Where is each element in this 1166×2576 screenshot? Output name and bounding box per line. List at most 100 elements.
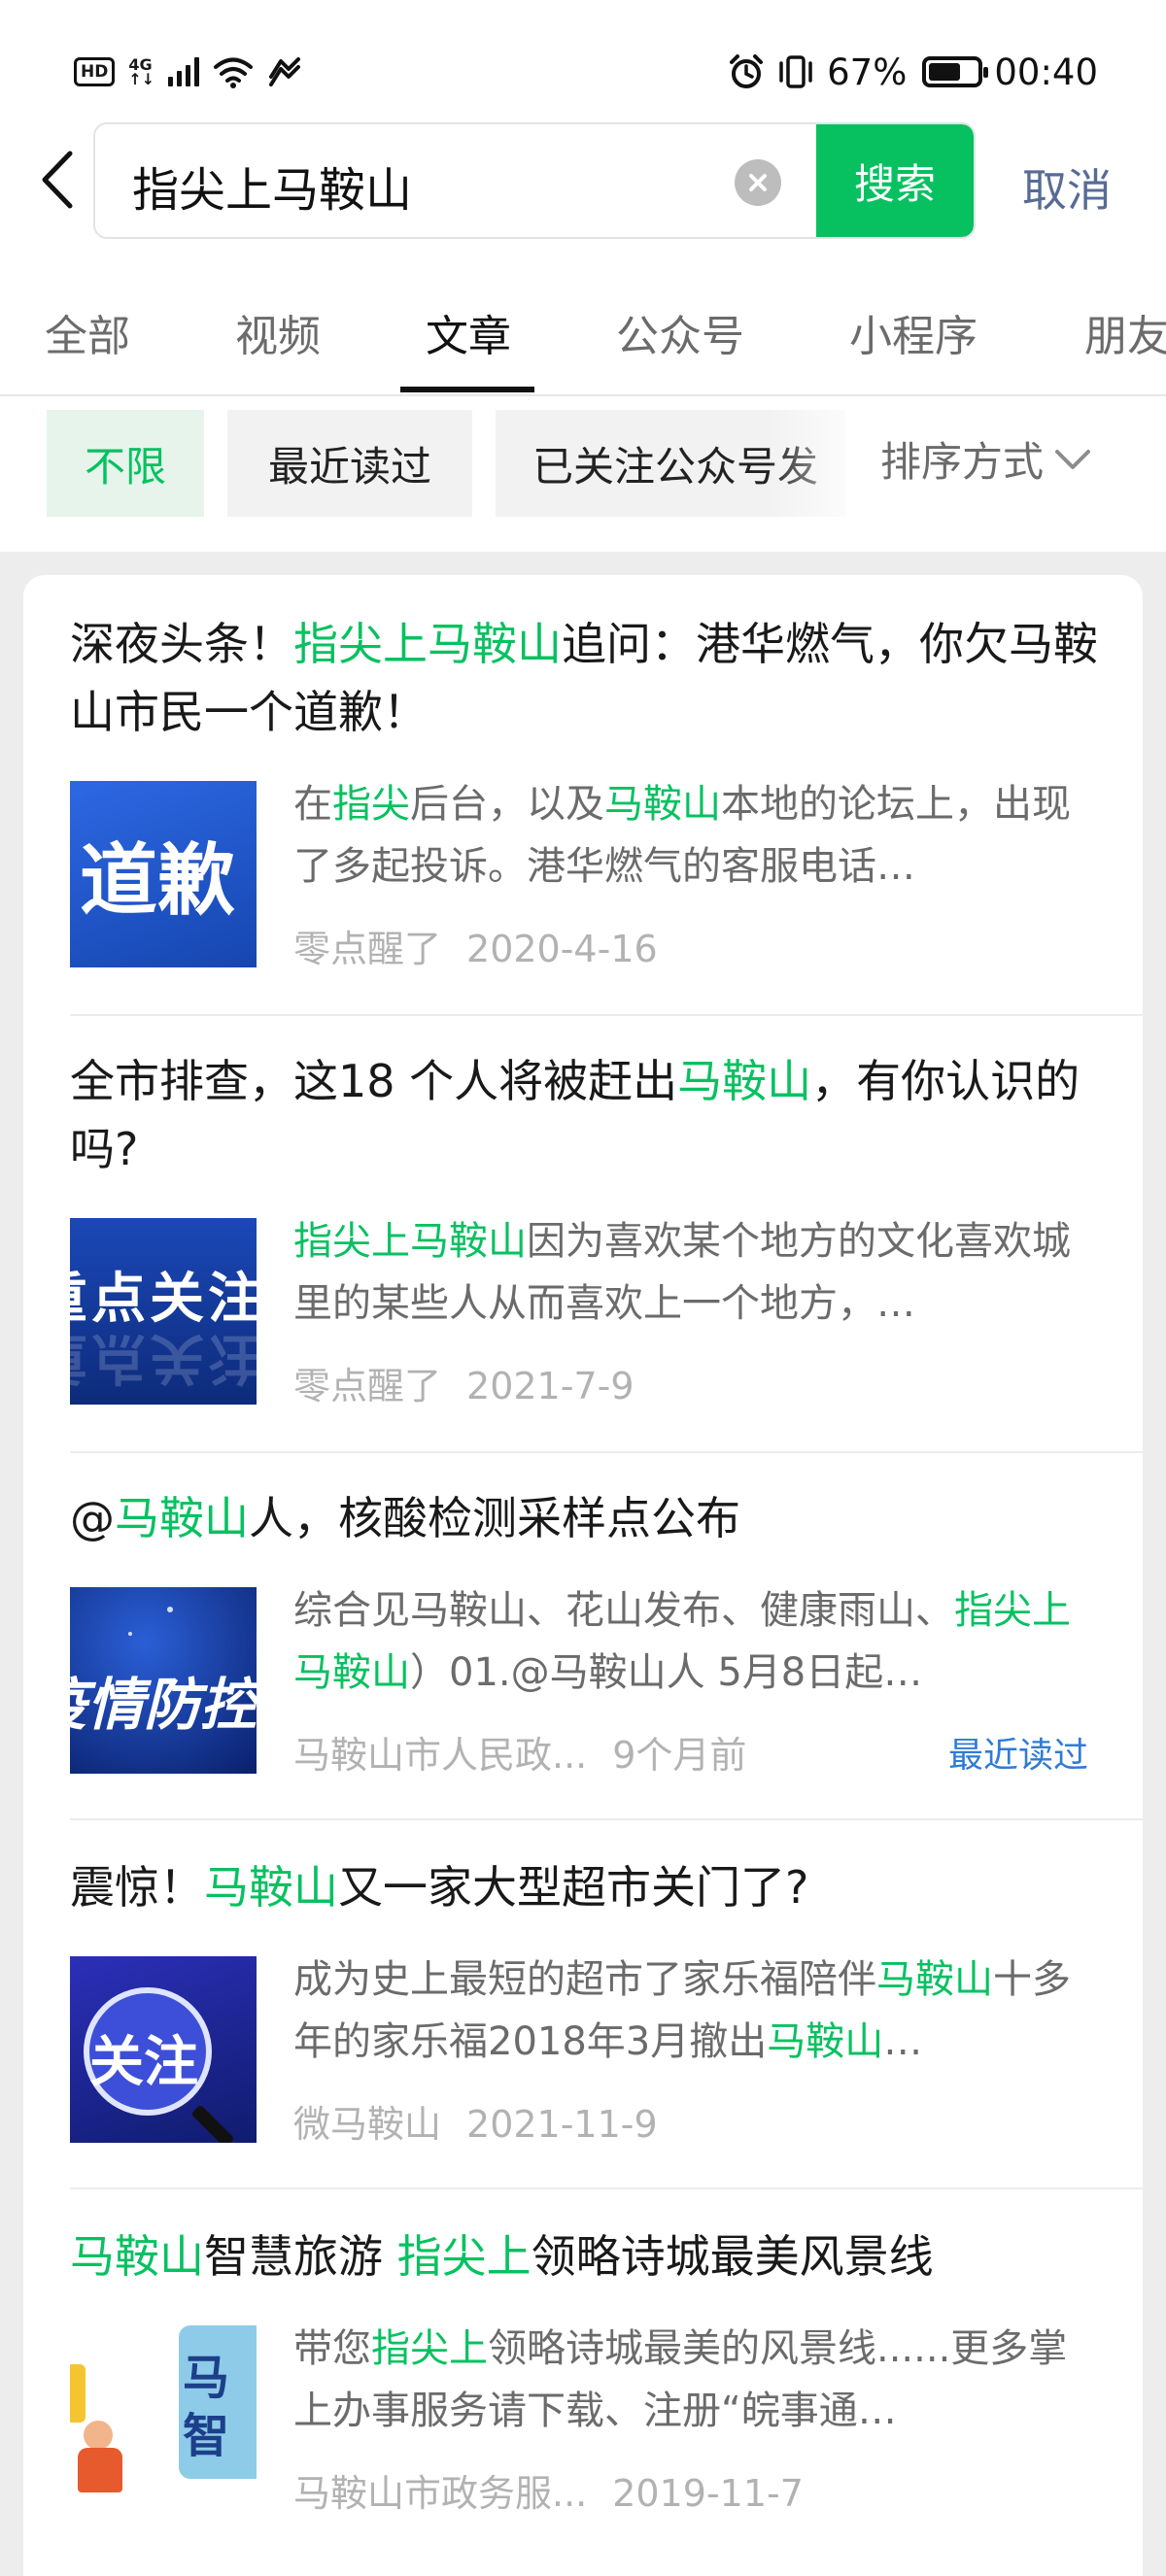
list-item[interactable]: 深夜头条！指尖上马鞍山追问：港华燃气，你欠马鞍山市民一个道歉！ 道歉 在指尖后台… [47, 610, 1098, 1018]
result-snippet: 指尖上马鞍山因为喜欢某个地方的文化喜欢城里的某些人从而喜欢上一个地方，… [293, 1210, 1090, 1335]
search-input[interactable]: 指尖上马鞍山 [132, 152, 412, 220]
recently-read-badge: 最近读过 [947, 1736, 1088, 1776]
snippet-highlight: 马鞍山 [767, 2019, 884, 2064]
search-box[interactable]: 指尖上马鞍山 搜索 [93, 122, 976, 239]
network-type-icon: 4G ↑↓ [128, 57, 155, 88]
snippet-highlight: 指尖上 [371, 2326, 488, 2371]
thumbnail-text: 疫情防控 [70, 1672, 257, 1738]
result-meta: 零点醒了 2020-4-16 [293, 919, 658, 972]
tabs-divider [0, 394, 1166, 396]
result-divider [70, 2187, 1143, 2189]
tab-video[interactable]: 视频 [235, 301, 321, 363]
result-thumbnail: 疫情防控 [70, 1587, 257, 1774]
snippet-highlight: 马鞍山 [876, 1957, 993, 2002]
tab-official-accounts[interactable]: 公众号 [616, 301, 744, 363]
nfc-icon [269, 57, 301, 86]
result-snippet: 带您指尖上领略诗城最美的风景线......更多掌上办事服务请下载、注册“皖事通… [293, 2318, 1090, 2442]
filter-fade [768, 408, 874, 517]
result-meta: 马鞍山市政务服... 2019-11-7 [293, 2463, 804, 2517]
cancel-button[interactable]: 取消 [1022, 155, 1112, 220]
title-highlight: 马鞍山 [70, 2230, 204, 2283]
title-highlight: 马鞍山 [677, 1055, 812, 1107]
thumbnail-text: 马智 [183, 2351, 230, 2463]
title-highlight: 指尖上 [396, 2230, 532, 2283]
result-source: 微马鞍山 [293, 2103, 442, 2146]
result-source: 零点醒了 [293, 928, 442, 970]
title-highlight: 马鞍山 [115, 1492, 249, 1544]
result-divider [70, 1451, 1143, 1453]
result-date: 2021-7-9 [466, 1365, 634, 1407]
tab-all[interactable]: 全部 [45, 301, 130, 363]
result-date: 2019-11-7 [612, 2472, 804, 2515]
result-source: 马鞍山市政务服... [293, 2472, 588, 2515]
list-item[interactable]: @马鞍山人，核酸检测采样点公布 疫情防控 综合见马鞍山、花山发布、健康雨山、指尖… [47, 1484, 1096, 1824]
result-title: 马鞍山智慧旅游 指尖上领略诗城最美风景线 [70, 2222, 1100, 2290]
snippet-part: 后台，以及 [410, 782, 604, 827]
status-right: 67% 00:40 [728, 51, 1098, 93]
tab-articles[interactable]: 文章 [426, 301, 511, 363]
result-thumbnail: 道歉 [70, 781, 257, 967]
sort-dropdown[interactable]: 排序方式 [880, 429, 1092, 489]
result-title: 震惊！马鞍山又一家大型超市关门了? [70, 1853, 1100, 1921]
result-meta: 零点醒了 2021-7-9 [293, 1356, 634, 1409]
title-highlight: 指尖上马鞍山 [293, 618, 562, 670]
close-icon [749, 174, 767, 191]
signal-icon [168, 57, 200, 86]
title-part: 深夜头条！ [70, 618, 293, 670]
search-button[interactable]: 搜索 [816, 124, 974, 237]
battery-fill [929, 63, 961, 81]
clear-button[interactable] [735, 159, 781, 206]
result-date: 2021-11-9 [466, 2103, 658, 2146]
title-part: 又一家大型超市关门了? [338, 1861, 809, 1914]
back-button[interactable] [33, 146, 82, 214]
result-title: 深夜头条！指尖上马鞍山追问：港华燃气，你欠马鞍山市民一个道歉！ [70, 610, 1100, 746]
tab-bar: 全部 视频 文章 公众号 小程序 朋友 [0, 291, 1166, 396]
title-part: @ [70, 1492, 115, 1544]
wifi-icon [214, 57, 254, 88]
result-snippet: 综合见马鞍山、花山发布、健康雨山、指尖上马鞍山）01.@马鞍山人 5月8日起… [293, 1579, 1090, 1704]
title-highlight: 马鞍山 [204, 1861, 338, 1914]
title-part: 领略诗城最美风景线 [531, 2230, 934, 2283]
thumbnail-text: 重点关注 [70, 1268, 257, 1331]
filter-bar: 不限 最近读过 已关注公众号发 排序方式 [0, 408, 1166, 517]
snippet-highlight: 马鞍山 [604, 782, 721, 827]
result-divider [70, 1014, 1143, 1016]
list-item[interactable]: 全市排查，这18 个人将被赶出马鞍山，有你认识的吗? 重点关注 重点关注 指尖上… [47, 1047, 1096, 1445]
thumbnail-text: 关注 [89, 2031, 198, 2094]
filter-unlimited[interactable]: 不限 [47, 410, 204, 517]
battery-icon [922, 56, 989, 87]
vibrate-icon [779, 55, 812, 88]
list-item[interactable]: 震惊！马鞍山又一家大型超市关门了? 关注 成为史上最短的超市了家乐福陪伴马鞍山十… [47, 1853, 1096, 2193]
result-thumbnail: 关注 [70, 1956, 257, 2143]
alarm-icon [730, 54, 764, 88]
result-title: 全市排查，这18 个人将被赶出马鞍山，有你认识的吗? [70, 1047, 1100, 1183]
network-arrows-label: ↑↓ [128, 70, 155, 88]
filter-recently-read[interactable]: 最近读过 [227, 410, 472, 517]
snippet-part: ）01.@马鞍山人 5月8日起… [410, 1650, 923, 1695]
active-tab-indicator [400, 387, 534, 392]
list-item[interactable]: 马鞍山智慧旅游 指尖上领略诗城最美风景线 马智 带您指尖上领略诗城最美的风景线.… [47, 2222, 1096, 2562]
result-meta: 微马鞍山 2021-11-9 [293, 2094, 658, 2148]
snippet-part: 成为史上最短的超市了家乐福陪伴 [293, 1957, 876, 2002]
sort-label: 排序方式 [880, 438, 1045, 486]
thumbnail-text: 道歉 [80, 835, 235, 926]
tab-friends[interactable]: 朋友 [1084, 301, 1166, 363]
result-snippet: 成为史上最短的超市了家乐福陪伴马鞍山十多年的家乐福2018年3月撤出马鞍山… [293, 1949, 1090, 2073]
title-part: 人，核酸检测采样点公布 [249, 1492, 740, 1544]
snippet-part: 带您 [293, 2326, 371, 2371]
result-source: 零点醒了 [293, 1365, 442, 1407]
title-part: 智慧旅游 [204, 2230, 397, 2283]
snippet-highlight: 指尖上马鞍山 [293, 1219, 527, 1264]
snippet-part: … [883, 2019, 923, 2064]
result-date: 2020-4-16 [466, 928, 658, 970]
battery-percent: 67% [827, 51, 908, 93]
result-title: @马鞍山人，核酸检测采样点公布 [70, 1484, 1100, 1552]
tab-mini-programs[interactable]: 小程序 [849, 301, 977, 363]
snippet-part: 综合见马鞍山、花山发布、健康雨山、 [293, 1588, 954, 1633]
thumbnail-reflection: 重点关注 [70, 1326, 257, 1389]
result-snippet: 在指尖后台，以及马鞍山本地的论坛上，出现了多起投诉。港华燃气的客服电话… [293, 773, 1090, 898]
hd-icon: HD [74, 57, 116, 86]
title-part: 全市排查，这18 个人将被赶出 [70, 1055, 678, 1107]
clock: 00:40 [994, 51, 1098, 93]
result-thumbnail: 马智 [70, 2325, 257, 2512]
